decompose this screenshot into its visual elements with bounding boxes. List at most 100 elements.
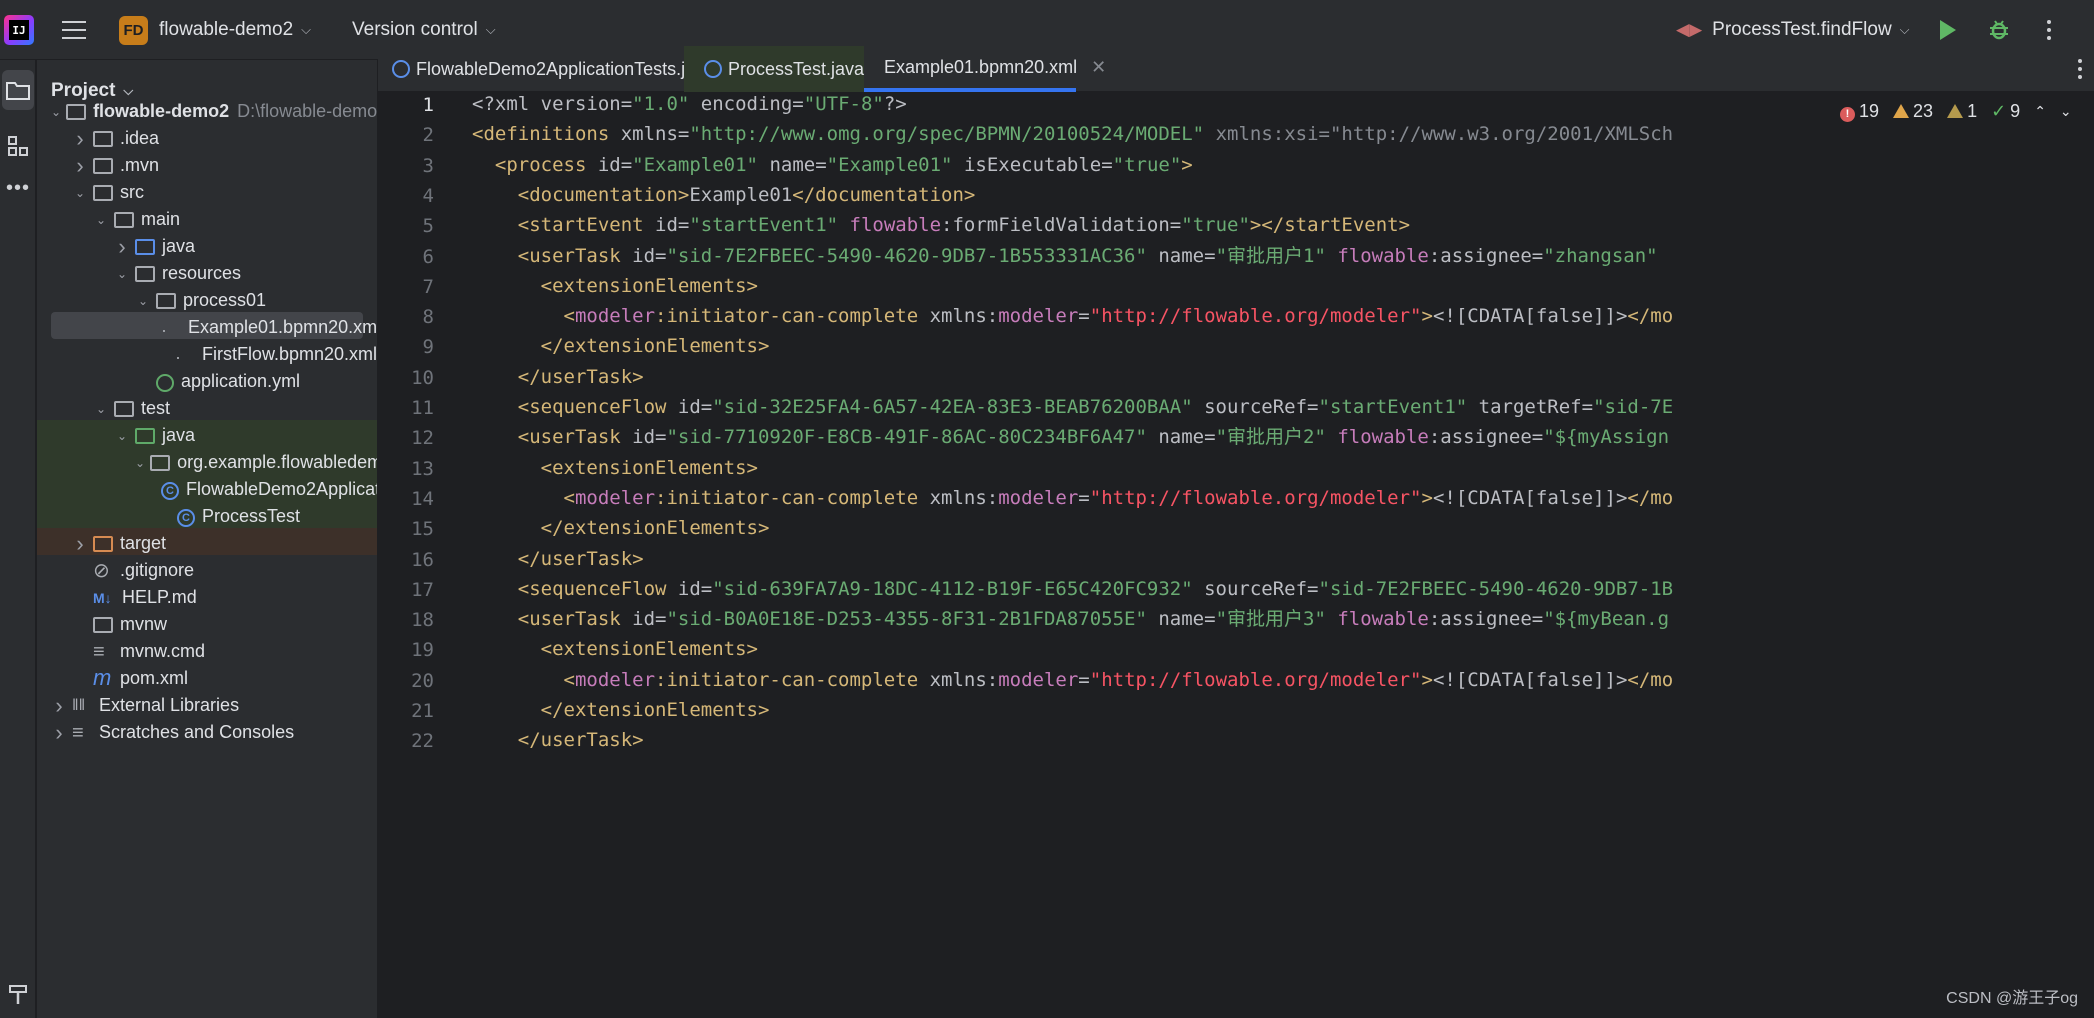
code-line[interactable]: <userTask id="sid-7E2FBEEC-5490-4620-9DB… — [472, 241, 1658, 271]
code-line[interactable]: </userTask> — [472, 725, 644, 755]
next-highlight-icon[interactable]: ⌄ — [2060, 103, 2072, 120]
line-number[interactable]: 9 — [378, 336, 434, 358]
code-line[interactable]: <extensionElements> — [472, 634, 758, 664]
collapsed-chevron-icon[interactable]: › — [51, 720, 67, 746]
code-line[interactable]: <modeler:initiator-can-complete xmlns:mo… — [472, 301, 1674, 331]
tree-item[interactable]: C FlowableDemo2Applicatio — [37, 476, 377, 503]
tree-item[interactable]: › ≡ Scratches and Consoles — [37, 719, 377, 746]
tree-item[interactable]: ⌄ org.example.flowabledemo2 — [37, 449, 377, 476]
tree-item[interactable]: m pom.xml — [37, 665, 377, 692]
collapsed-chevron-icon[interactable]: › — [72, 531, 88, 557]
tree-item[interactable]: ⌄ flowable-demo2 D:\flowable-demo2 — [37, 98, 377, 125]
tree-item[interactable]: mvnw — [37, 611, 377, 638]
more-tools-button[interactable]: ••• — [0, 168, 36, 208]
line-number[interactable]: 3 — [378, 155, 434, 177]
tree-item[interactable]: C ProcessTest — [37, 503, 377, 530]
tree-item[interactable]: › .idea — [37, 125, 377, 152]
line-number[interactable]: 2 — [378, 124, 434, 146]
inspection-widget[interactable]: ! 19 23 1 ✓ 9 ⌃ ⌄ — [1840, 96, 2072, 126]
code-line[interactable]: <?xml version="1.0" encoding="UTF-8"?> — [472, 92, 907, 119]
project-selector[interactable]: flowable-demo2 ⌵ — [159, 0, 311, 60]
line-number[interactable]: 11 — [378, 397, 434, 419]
tree-item[interactable]: application.yml — [37, 368, 377, 395]
code-line[interactable]: <documentation>Example01</documentation> — [472, 180, 976, 210]
code-line[interactable]: <startEvent id="startEvent1" flowable:fo… — [472, 210, 1410, 240]
line-number[interactable]: 15 — [378, 518, 434, 540]
line-number[interactable]: 18 — [378, 609, 434, 631]
code-line[interactable]: <sequenceFlow id="sid-639FA7A9-18DC-4112… — [472, 574, 1673, 604]
line-number-gutter[interactable]: 1 2 3 4 5 6 7 8 9 10 11 12 13 14 15 16 17 18 19 20 21 22 — [378, 92, 458, 1018]
code-line[interactable]: <extensionElements> — [472, 453, 758, 483]
collapsed-chevron-icon[interactable]: › — [51, 693, 67, 719]
code-line[interactable]: <modeler:initiator-can-complete xmlns:mo… — [472, 483, 1674, 513]
code-line[interactable]: </extensionElements> — [472, 331, 770, 361]
tree-item[interactable]: › target — [37, 530, 377, 557]
expanded-chevron-icon[interactable]: ⌄ — [51, 105, 61, 119]
tree-item[interactable]: ⌄ resources — [37, 260, 377, 287]
line-number[interactable]: 19 — [378, 639, 434, 661]
code-line[interactable]: <extensionElements> — [472, 271, 758, 301]
code-line[interactable]: <definitions xmlns="http://www.omg.org/s… — [472, 119, 1673, 149]
expanded-chevron-icon[interactable]: ⌄ — [72, 186, 88, 200]
tree-item[interactable]: ⊘ .gitignore — [37, 557, 377, 584]
tab-process-test[interactable]: ProcessTest.java — [684, 46, 864, 92]
tree-item[interactable]: ⌄ process01 — [37, 287, 377, 314]
line-number[interactable]: 14 — [378, 488, 434, 510]
line-number[interactable]: 1 — [378, 94, 434, 116]
tree-item[interactable]: · FirstFlow.bpmn20.xml — [37, 341, 377, 368]
code-editor[interactable]: 1 2 3 4 5 6 7 8 9 10 11 12 13 14 15 16 17 18 19 20 21 22 <?xm… — [378, 92, 2094, 1018]
code-line[interactable]: <sequenceFlow id="sid-32E25FA4-6A57-42EA… — [472, 392, 1673, 422]
expanded-chevron-icon[interactable]: ⌄ — [135, 294, 151, 308]
intellij-logo-icon[interactable]: IJ — [4, 15, 34, 45]
structure-tool-button[interactable] — [0, 126, 36, 166]
code-line[interactable]: </extensionElements> — [472, 513, 770, 543]
line-number[interactable]: 22 — [378, 730, 434, 752]
weak-warning-count[interactable]: 1 — [1947, 101, 1977, 122]
code-line[interactable]: <userTask id="sid-7710920F-E8CB-491F-86A… — [472, 422, 1669, 452]
line-number[interactable]: 10 — [378, 367, 434, 389]
collapsed-chevron-icon[interactable]: › — [72, 153, 88, 179]
line-number[interactable]: 17 — [378, 579, 434, 601]
tab-flowable-tests[interactable]: FlowableDemo2ApplicationTests.java — [392, 46, 714, 92]
main-menu-icon[interactable] — [60, 0, 88, 60]
tree-item[interactable]: ⌄ java — [37, 422, 377, 449]
code-line[interactable]: <userTask id="sid-B0A0E18E-D253-4355-8F3… — [472, 604, 1669, 634]
line-number[interactable]: 12 — [378, 427, 434, 449]
line-number[interactable]: 20 — [378, 670, 434, 692]
line-number[interactable]: 21 — [378, 700, 434, 722]
code-line[interactable]: <process id="Example01" name="Example01"… — [472, 150, 1193, 180]
tree-item[interactable]: ⌄ main — [37, 206, 377, 233]
collapsed-chevron-icon[interactable]: › — [114, 234, 130, 260]
code-line[interactable]: </extensionElements> — [472, 695, 770, 725]
collapsed-chevron-icon[interactable]: › — [72, 126, 88, 152]
tab-example01-xml[interactable]: Example01.bpmn20.xml ✕ — [864, 46, 1106, 92]
expanded-chevron-icon[interactable]: ⌄ — [135, 456, 145, 470]
code-line[interactable]: </userTask> — [472, 544, 644, 574]
error-count[interactable]: ! 19 — [1840, 101, 1879, 122]
typo-count[interactable]: ✓ 9 — [1991, 101, 2020, 122]
line-number[interactable]: 16 — [378, 549, 434, 571]
close-tab-icon[interactable]: ✕ — [1091, 57, 1106, 78]
tree-item[interactable]: ≡ mvnw.cmd — [37, 638, 377, 665]
warning-count[interactable]: 23 — [1893, 101, 1933, 122]
line-number[interactable]: 8 — [378, 306, 434, 328]
tree-item[interactable]: ⌄ test — [37, 395, 377, 422]
expanded-chevron-icon[interactable]: ⌄ — [93, 213, 109, 227]
build-tool-button[interactable] — [0, 974, 36, 1014]
line-number[interactable]: 6 — [378, 246, 434, 268]
line-number[interactable]: 5 — [378, 215, 434, 237]
tree-item[interactable]: › java — [37, 233, 377, 260]
expanded-chevron-icon[interactable]: ⌄ — [114, 267, 130, 281]
tree-item[interactable]: › .mvn — [37, 152, 377, 179]
project-tool-button[interactable] — [2, 70, 34, 110]
line-number[interactable]: 13 — [378, 458, 434, 480]
line-number[interactable]: 7 — [378, 276, 434, 298]
line-number[interactable]: 4 — [378, 185, 434, 207]
expanded-chevron-icon[interactable]: ⌄ — [114, 429, 130, 443]
previous-highlight-icon[interactable]: ⌃ — [2034, 103, 2046, 120]
tab-overflow-button[interactable] — [2078, 46, 2082, 92]
expanded-chevron-icon[interactable]: ⌄ — [93, 402, 109, 416]
tree-item[interactable]: › ‖‖ External Libraries — [37, 692, 377, 719]
tree-item[interactable]: ⌄ src — [37, 179, 377, 206]
tree-item[interactable]: M↓ HELP.md — [37, 584, 377, 611]
